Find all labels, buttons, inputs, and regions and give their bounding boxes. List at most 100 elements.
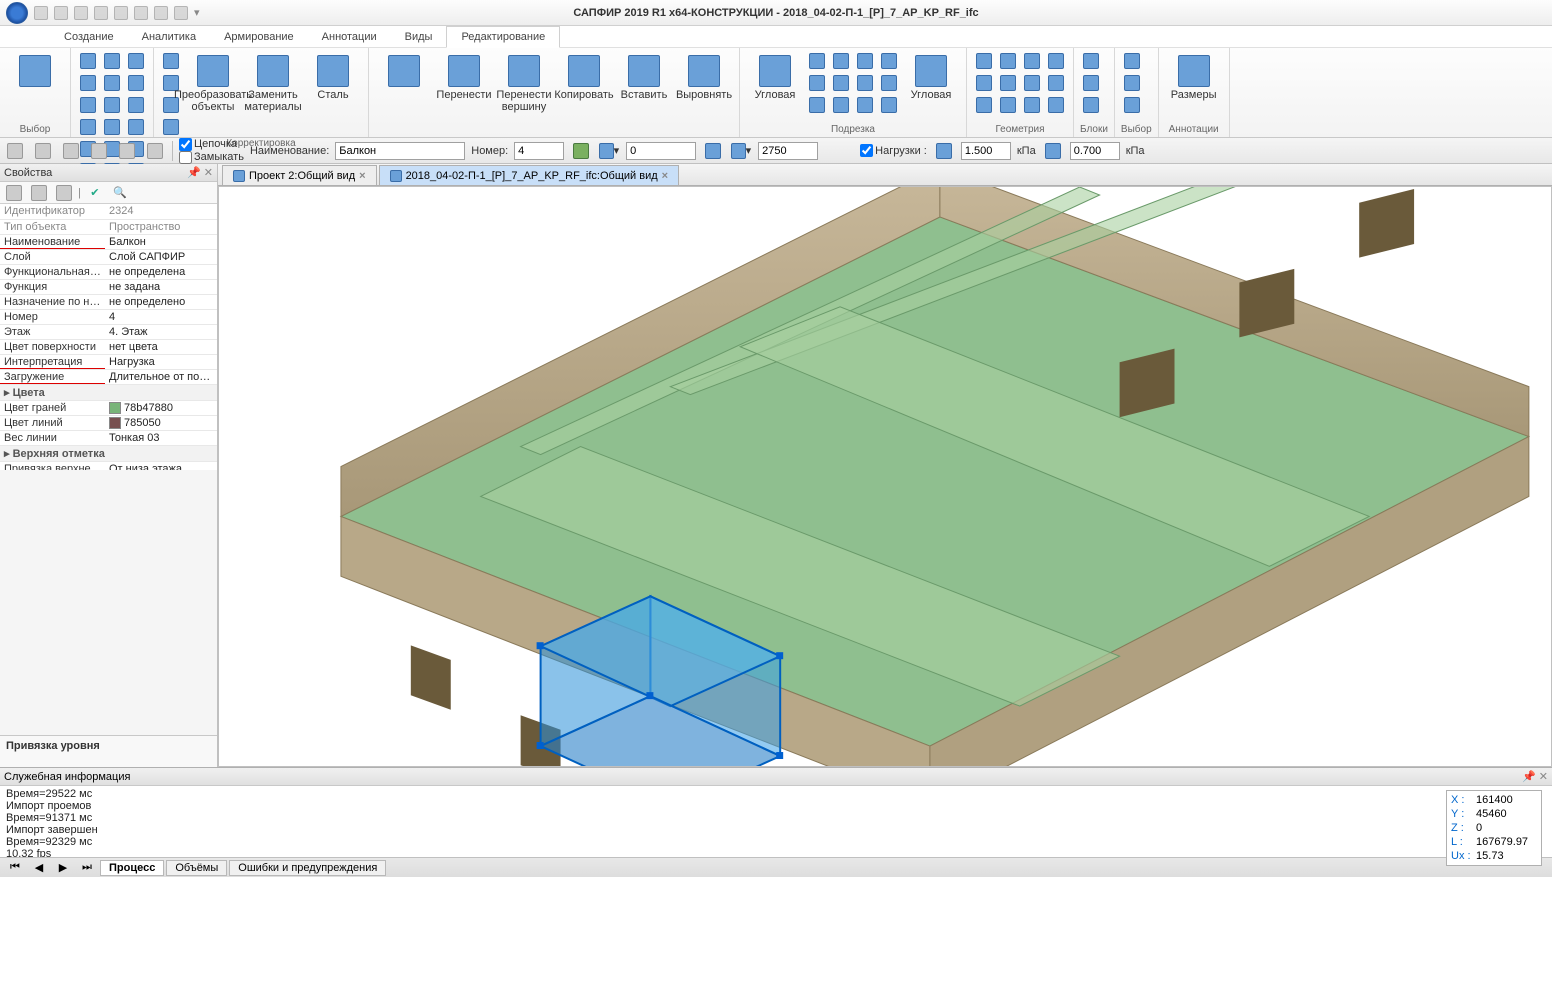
property-row[interactable]: Цвет линий785050 — [0, 415, 217, 430]
ribbon-clone-icon[interactable] — [160, 116, 182, 138]
new-icon[interactable] — [34, 6, 48, 20]
name-input[interactable] — [335, 142, 465, 160]
property-row[interactable]: Идентификатор2324 — [0, 204, 217, 219]
color-picker-icon[interactable] — [570, 140, 592, 162]
grid-icon[interactable] — [174, 6, 188, 20]
ribbon-fill2-icon[interactable] — [125, 116, 147, 138]
ribbon-copy-button[interactable]: Копировать — [555, 50, 613, 118]
ribbon-Выбор-0-2-icon[interactable] — [1121, 94, 1143, 116]
ribbon-angle-button[interactable]: Угловая — [746, 50, 804, 118]
log-tab-Ошибки и предупреждения[interactable]: Ошибки и предупреждения — [229, 860, 386, 876]
mode-arc-icon[interactable] — [32, 140, 54, 162]
ribbon-Подрезка-2-2-icon[interactable] — [854, 94, 876, 116]
ribbon-steel-button[interactable]: Сталь — [304, 50, 362, 118]
cat-view-icon[interactable] — [3, 182, 25, 204]
3d-viewport[interactable] — [218, 186, 1552, 767]
log-last-icon[interactable]: ⏭ — [76, 857, 98, 879]
property-row[interactable]: СлойСлой САПФИР — [0, 249, 217, 264]
ribbon-angle-button[interactable]: Угловая — [902, 50, 960, 118]
close-icon[interactable]: ✕ — [204, 167, 213, 179]
ribbon-fill-icon[interactable] — [101, 116, 123, 138]
ribbon-Подрезка-1-2-icon[interactable] — [830, 94, 852, 116]
ribbon-Подрезка-0-2-icon[interactable] — [806, 94, 828, 116]
menu-tab-Виды[interactable]: Виды — [391, 26, 447, 47]
ribbon-Блоки-0-2-icon[interactable] — [1080, 94, 1102, 116]
log-first-icon[interactable]: ⏮ — [4, 857, 26, 879]
ribbon-arc-icon[interactable] — [77, 72, 99, 94]
ribbon-Геометрия-1-0-icon[interactable] — [997, 50, 1019, 72]
ribbon-Геометрия-3-0-icon[interactable] — [1045, 50, 1067, 72]
ribbon-Геометрия-0-2-icon[interactable] — [973, 94, 995, 116]
ribbon-line3-icon[interactable] — [125, 50, 147, 72]
ribbon-line2-icon[interactable] — [101, 50, 123, 72]
ribbon-line-icon[interactable] — [77, 50, 99, 72]
mode-pick-icon[interactable] — [144, 140, 166, 162]
property-row[interactable]: Функциональная гр...не определена — [0, 264, 217, 279]
ribbon-poly-icon[interactable] — [77, 116, 99, 138]
ribbon-Подрезка-1-0-icon[interactable] — [830, 50, 852, 72]
ribbon-Подрезка-3-1-icon[interactable] — [878, 72, 900, 94]
menu-tab-Аналитика[interactable]: Аналитика — [128, 26, 210, 47]
ribbon-Геометрия-0-0-icon[interactable] — [973, 50, 995, 72]
ribbon-Геометрия-1-2-icon[interactable] — [997, 94, 1019, 116]
menu-tab-Редактирование[interactable]: Редактирование — [446, 26, 560, 48]
log-tab-Объёмы[interactable]: Объёмы — [166, 860, 227, 876]
open-icon[interactable] — [54, 6, 68, 20]
ribbon-Подрезка-2-1-icon[interactable] — [854, 72, 876, 94]
undo-icon[interactable] — [114, 6, 128, 20]
log-prev-icon[interactable]: ◀ — [28, 857, 50, 879]
chain-checkbox[interactable]: Цепочка — [179, 138, 244, 151]
ribbon-rect2-icon[interactable] — [101, 94, 123, 116]
ribbon-Блоки-0-1-icon[interactable] — [1080, 72, 1102, 94]
property-row[interactable]: Привязка верхне...От низа этажа — [0, 461, 217, 469]
az-view-icon[interactable] — [28, 182, 50, 204]
property-row[interactable]: НаименованиеБалкон — [0, 234, 217, 249]
close-tab-icon[interactable]: × — [359, 170, 365, 182]
close-tab-icon[interactable]: × — [662, 170, 668, 182]
ribbon-Геометрия-0-1-icon[interactable] — [973, 72, 995, 94]
properties-grid[interactable]: Идентификатор2324Тип объектаПространство… — [0, 204, 217, 470]
property-row[interactable]: Функцияне задана — [0, 279, 217, 294]
ribbon-Геометрия-3-2-icon[interactable] — [1045, 94, 1067, 116]
ribbon-arc2-icon[interactable] — [101, 72, 123, 94]
filter-icon[interactable] — [53, 182, 75, 204]
menu-tab-Создание[interactable]: Создание — [50, 26, 128, 47]
ribbon-Геометрия-3-1-icon[interactable] — [1045, 72, 1067, 94]
link-height-icon[interactable] — [702, 140, 724, 162]
ribbon-Геометрия-2-0-icon[interactable] — [1021, 50, 1043, 72]
ribbon-Подрезка-0-1-icon[interactable] — [806, 72, 828, 94]
attach-mode-icon[interactable]: ▾ — [730, 140, 752, 162]
ribbon-Выбор-0-0-icon[interactable] — [1121, 50, 1143, 72]
apply-icon[interactable]: ✔ — [84, 182, 106, 204]
property-row[interactable]: Этаж4. Этаж — [0, 324, 217, 339]
mode-spline-icon[interactable] — [60, 140, 82, 162]
log-tab-Процесс[interactable]: Процесс — [100, 860, 164, 876]
render-mode-icon[interactable]: ▾ — [598, 140, 620, 162]
property-row[interactable]: Номер4 — [0, 309, 217, 324]
ribbon-Выбор-0-1-icon[interactable] — [1121, 72, 1143, 94]
pin-icon[interactable]: 📌 — [187, 167, 201, 179]
property-row[interactable]: Цвет поверхностинет цвета — [0, 339, 217, 354]
offset-input[interactable] — [626, 142, 696, 160]
menu-tab-Аннотации[interactable]: Аннотации — [308, 26, 391, 47]
log-next-icon[interactable]: ▶ — [52, 857, 74, 879]
ribbon-Геометрия-2-2-icon[interactable] — [1021, 94, 1043, 116]
ribbon-Геометрия-1-1-icon[interactable] — [997, 72, 1019, 94]
ribbon-select-button[interactable] — [6, 50, 64, 118]
mode-poly-icon[interactable] — [88, 140, 110, 162]
ribbon-rect-icon[interactable] — [77, 94, 99, 116]
ribbon-rect3-icon[interactable] — [125, 94, 147, 116]
loads-checkbox[interactable]: Нагрузки : — [860, 144, 927, 157]
property-row[interactable]: ИнтерпретацияНагрузка — [0, 354, 217, 369]
save-icon[interactable] — [74, 6, 88, 20]
load-short-input[interactable] — [1070, 142, 1120, 160]
home-icon[interactable] — [154, 6, 168, 20]
property-section[interactable]: ▸ Цвета — [0, 384, 217, 400]
load-long-input[interactable] — [961, 142, 1011, 160]
mode-line-icon[interactable] — [4, 140, 26, 162]
height-input[interactable] — [758, 142, 818, 160]
ribbon-Подрезка-1-1-icon[interactable] — [830, 72, 852, 94]
search-icon[interactable]: 🔍 — [109, 182, 131, 204]
ribbon-transform-button[interactable]: Преобразовать объекты — [184, 50, 242, 118]
app-logo[interactable] — [6, 2, 28, 24]
